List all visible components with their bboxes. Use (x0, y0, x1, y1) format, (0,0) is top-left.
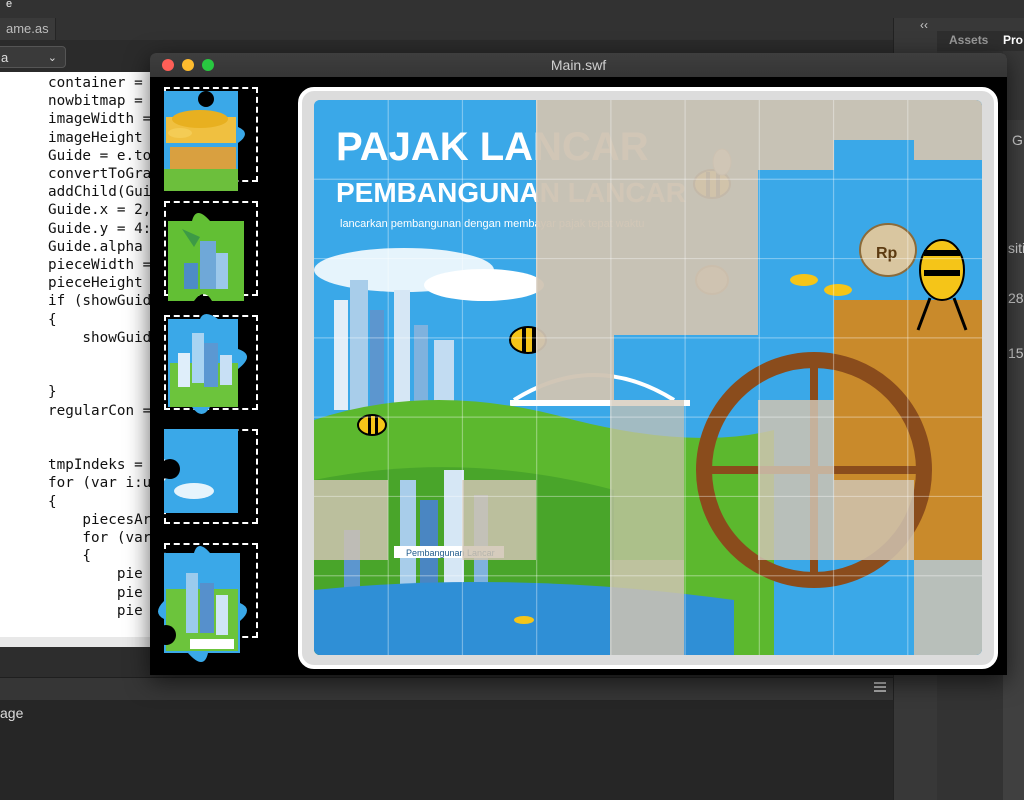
ide-topbar (0, 0, 1024, 40)
code-line: pie (48, 566, 143, 583)
puzzle-piece[interactable] (162, 313, 262, 423)
output-panel-header (0, 677, 893, 700)
code-line: container = (48, 75, 152, 91)
scope-dropdown-value: a (1, 50, 9, 65)
bee-character (357, 414, 387, 436)
code-line: showGuid (48, 329, 152, 346)
code-line: Guide.alpha (48, 238, 152, 255)
code-line: piecesAr (48, 511, 152, 528)
code-line: pieceHeight (48, 275, 152, 292)
code-line: regularCon = (48, 402, 152, 419)
code-line: Guide.y = 4: (48, 220, 152, 237)
code-line: Guide = e.to (48, 147, 152, 164)
tab-properties[interactable]: Pro (1003, 33, 1023, 47)
window-title: Main.swf (550, 57, 607, 73)
code-line: tmpIndeks = (48, 457, 143, 474)
panel-menu-icon[interactable] (874, 682, 886, 692)
swf-stage: Pembangunan Lancar PAJAK LANCAR PEMBANGU… (150, 77, 1007, 675)
ide-top-tab[interactable]: e (0, 0, 18, 8)
collapse-panel-icon[interactable]: ‹‹ (920, 18, 928, 32)
code-line: imageHeight (48, 129, 143, 146)
properties-value[interactable]: 15 (1008, 345, 1024, 361)
output-panel (0, 700, 893, 800)
code-line: } (48, 384, 57, 401)
chevron-down-icon: ⌄ (47, 52, 57, 64)
svg-text:Rp: Rp (876, 245, 898, 262)
code-line: pie (48, 602, 143, 619)
code-line: Guide.x = 2, (48, 202, 152, 219)
output-label: age (0, 705, 24, 721)
scope-dropdown[interactable]: a ⌄ (0, 46, 66, 68)
puzzle-piece[interactable] (162, 201, 254, 311)
code-line: for (var i:u (48, 475, 152, 492)
properties-value: G (1012, 132, 1023, 148)
properties-value[interactable]: 28 (1008, 290, 1024, 306)
tab-assets[interactable]: Assets (949, 33, 988, 47)
window-titlebar[interactable]: Main.swf (150, 53, 1007, 78)
properties-label: siti (1008, 240, 1024, 256)
code-line: nowbitmap = (48, 93, 152, 110)
code-line: if (showGuid (48, 293, 152, 310)
puzzle-piece[interactable] (164, 429, 244, 519)
code-line: for (var (48, 530, 152, 546)
document-tab[interactable]: ame.as (0, 18, 56, 40)
code-line: addChild(Gui (48, 184, 152, 201)
flash-player-window: Main.swf Pembangunan Lancar PAJAK LANCAR… (150, 53, 1007, 675)
puzzle-piece[interactable] (160, 87, 246, 195)
code-line: pie (48, 584, 143, 601)
code-line: { (48, 548, 92, 565)
code-line: { (48, 493, 57, 510)
code-line: pieceWidth = (48, 257, 152, 273)
puzzle-board[interactable]: Pembangunan Lancar PAJAK LANCAR PEMBANGU… (314, 100, 982, 655)
code-line: imageWidth = (48, 111, 152, 128)
code-line: convertToGra (48, 166, 152, 182)
code-line: { (48, 311, 57, 328)
puzzle-piece[interactable] (154, 543, 260, 675)
